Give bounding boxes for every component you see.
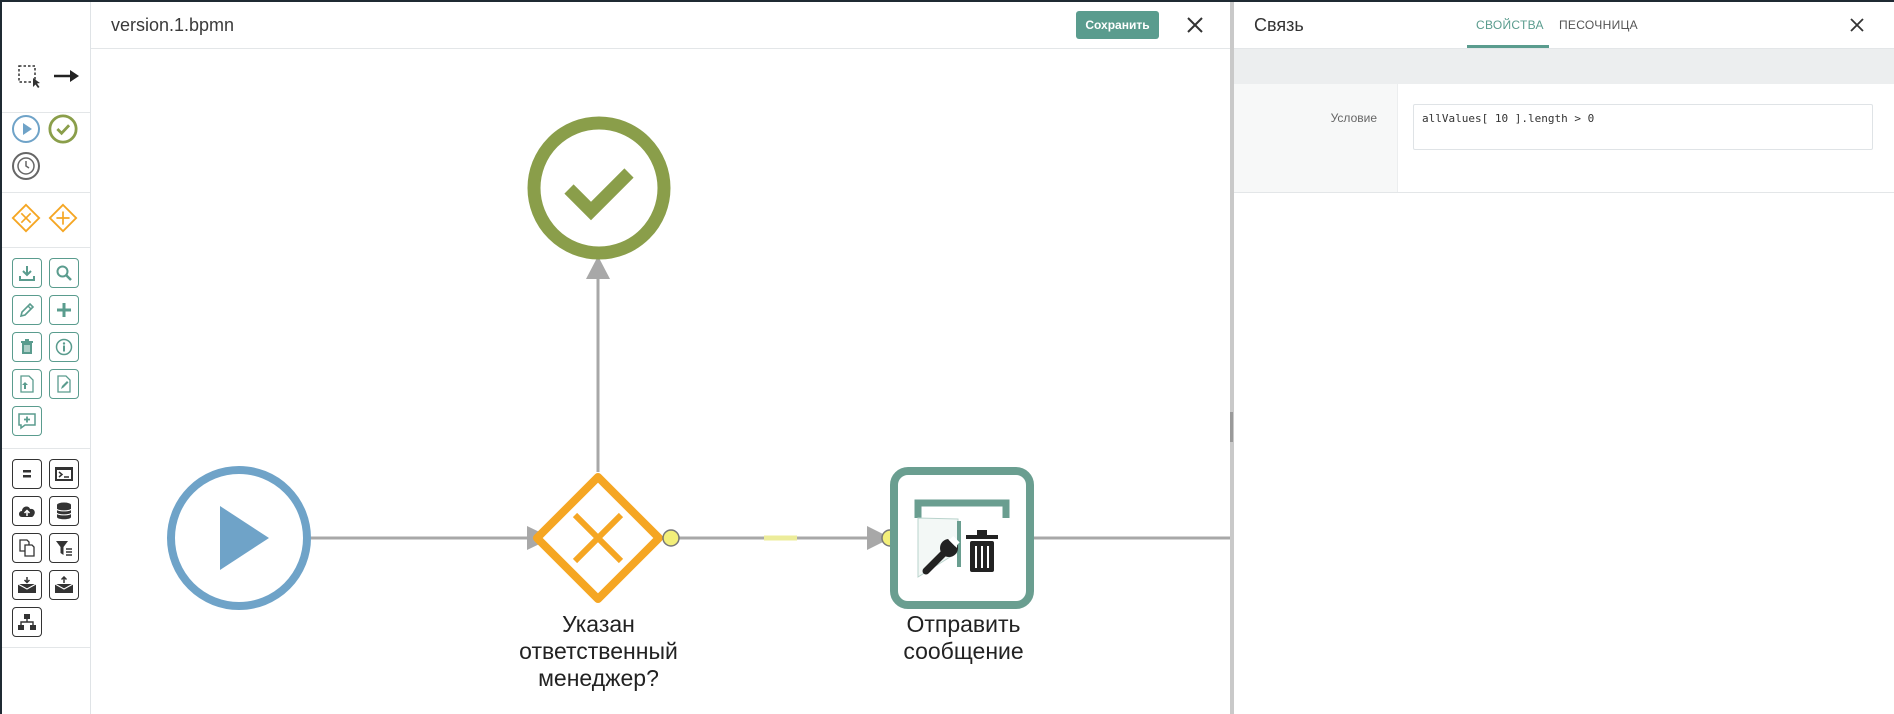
property-label-cell: Условие — [1234, 84, 1398, 192]
script-icon[interactable] — [49, 459, 79, 489]
info-icon[interactable] — [49, 332, 79, 362]
sequence-flow-gateway-to-end[interactable] — [586, 256, 610, 472]
sequence-flow-start-to-gateway[interactable] — [311, 526, 552, 550]
task-label-text: Отправить сообщение — [903, 611, 1024, 664]
sequence-flow-selected[interactable] — [673, 526, 891, 550]
delete-icon[interactable] — [12, 332, 42, 362]
end-event[interactable] — [527, 116, 671, 260]
tab-sandbox[interactable]: ПЕСОЧНИЦА — [1559, 18, 1638, 32]
edit-doc-icon[interactable] — [49, 369, 79, 399]
connect-arrow-icon[interactable] — [51, 61, 81, 91]
timer-event-icon[interactable] — [11, 151, 41, 181]
trash-icon[interactable] — [966, 530, 998, 572]
copy-doc-icon[interactable] — [12, 533, 42, 563]
palette-toolbar — [2, 2, 91, 714]
exclusive-gateway[interactable] — [533, 473, 663, 603]
download-icon[interactable] — [12, 258, 42, 288]
condition-input[interactable]: allValues[ 10 ].length > 0 — [1413, 104, 1873, 150]
filter-icon[interactable] — [49, 533, 79, 563]
database-icon[interactable] — [49, 496, 79, 526]
file-name: version.1.bpmn — [111, 15, 235, 35]
connection-endpoint-source[interactable] — [662, 529, 680, 547]
upload-doc-icon[interactable] — [12, 369, 42, 399]
add-icon[interactable] — [49, 295, 79, 325]
save-button[interactable]: Сохранить — [1076, 11, 1159, 39]
search-icon[interactable] — [49, 258, 79, 288]
panel-header: Связь СВОЙСТВА ПЕСОЧНИЦА — [1234, 2, 1894, 49]
edit-icon[interactable] — [12, 295, 42, 325]
parallel-gateway-icon[interactable] — [48, 203, 78, 233]
gateway-label-text: Указан ответственный менеджер? — [519, 611, 678, 691]
send-message-task[interactable] — [890, 467, 1034, 609]
gateway-label: Указан ответственный менеджер? — [496, 611, 701, 692]
cloud-upload-icon[interactable] — [12, 496, 42, 526]
close-icon[interactable] — [1184, 14, 1206, 36]
start-event-icon[interactable] — [11, 114, 41, 144]
start-event[interactable] — [167, 466, 311, 610]
splitter-grip[interactable] — [1230, 412, 1233, 442]
panel-toolbar-strip — [1234, 49, 1894, 84]
mail-out-icon[interactable] — [49, 570, 79, 600]
active-tab-indicator — [1467, 45, 1549, 48]
task-label: Отправить сообщение — [881, 611, 1046, 665]
exclusive-gateway-icon[interactable] — [11, 203, 41, 233]
condition-label: Условие — [1330, 111, 1377, 125]
end-event-icon[interactable] — [48, 114, 78, 144]
panel-title: Связь — [1254, 15, 1304, 35]
mail-in-icon[interactable] — [12, 570, 42, 600]
close-panel-icon[interactable] — [1848, 16, 1866, 34]
diagram-canvas[interactable]: Указан ответственный менеджер? Отправить… — [91, 49, 1231, 714]
properties-panel: Связь СВОЙСТВА ПЕСОЧНИЦА Условие allValu… — [1234, 2, 1894, 714]
comment-icon[interactable] — [12, 406, 42, 436]
editor-header: version.1.bpmn Сохранить — [91, 2, 1231, 49]
property-row-condition: Условие allValues[ 10 ].length > 0 — [1234, 84, 1894, 193]
tab-properties[interactable]: СВОЙСТВА — [1476, 18, 1544, 32]
lasso-select-icon[interactable] — [14, 61, 44, 91]
hierarchy-icon[interactable] — [12, 607, 42, 637]
variables-icon[interactable] — [12, 459, 42, 489]
